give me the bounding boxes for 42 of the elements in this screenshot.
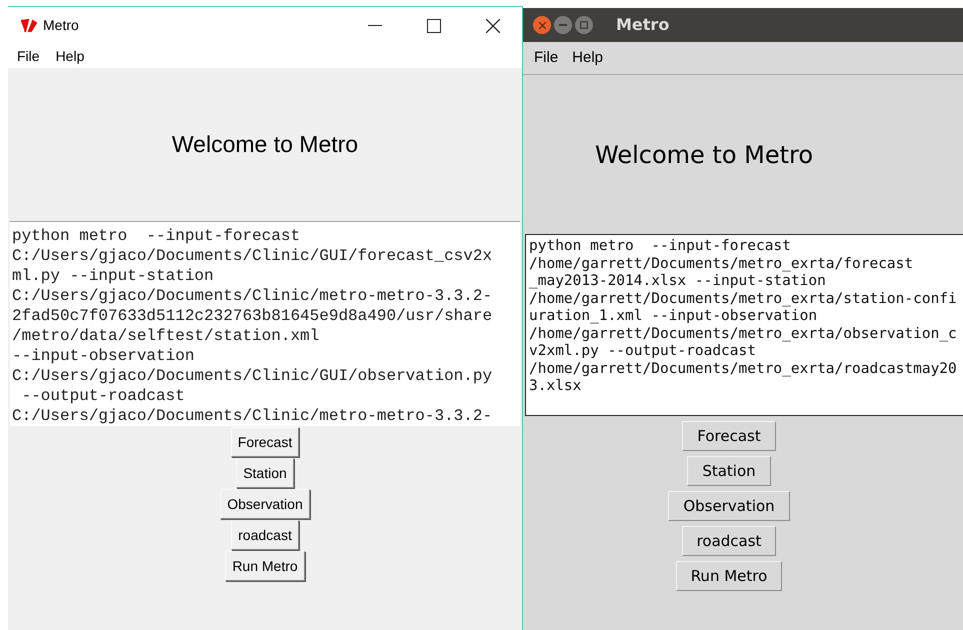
command-line-text: /home/garrett/Documents/metro_exrta/observation_c bbox=[529, 326, 957, 343]
action-button[interactable]: Run Metro bbox=[676, 561, 782, 591]
command-line-text: python metro --input-forecast bbox=[529, 238, 791, 256]
command-line-text: C:/Users/gjaco/Documents/Clinic/metro-metro-3.3.2- bbox=[12, 406, 492, 426]
window-title: Metro bbox=[616, 14, 670, 36]
action-button[interactable]: Observation bbox=[220, 489, 310, 519]
command-line-text: C:/Users/gjaco/Documents/Clinic/metro-metro-3.3.2- bbox=[12, 286, 492, 306]
command-line-text: ml.py --input-station bbox=[12, 266, 214, 286]
command-line-text: v2xml.py --output-roadcast bbox=[529, 343, 756, 360]
menu-item[interactable]: Help bbox=[572, 46, 604, 70]
action-button[interactable]: roadcast bbox=[231, 520, 299, 550]
action-button[interactable]: Observation bbox=[668, 491, 790, 521]
command-line-text: --output-roadcast bbox=[20, 386, 185, 406]
menu-item[interactable]: File bbox=[17, 46, 40, 66]
command-text-area[interactable] bbox=[10, 221, 520, 426]
command-line-text: --input-observation bbox=[12, 346, 194, 366]
action-button[interactable]: Forecast bbox=[230, 427, 300, 457]
command-line-text: /metro/data/selftest/station.xml bbox=[12, 326, 320, 346]
command-line-text: C:/Users/gjaco/Documents/Clinic/GUI/observation.py bbox=[12, 366, 492, 386]
action-button[interactable]: Station bbox=[687, 456, 771, 486]
close-icon[interactable] bbox=[486, 18, 500, 32]
maximize-icon[interactable] bbox=[427, 18, 441, 32]
command-line-text: /home/garrett/Documents/metro_exrta/roadcastmay20 bbox=[529, 360, 957, 378]
command-line-text: 3.xlsx bbox=[529, 378, 582, 396]
menu-item[interactable]: Help bbox=[56, 46, 84, 66]
welcome-heading: Welcome to Metro bbox=[172, 130, 358, 160]
action-button[interactable]: Station bbox=[236, 458, 294, 488]
command-line-text: /home/garrett/Documents/metro_exrta/forecast bbox=[529, 256, 914, 273]
menu-item[interactable]: File bbox=[534, 46, 558, 70]
command-line-text: /home/garrett/Documents/metro_exrta/station-confi bbox=[529, 290, 957, 308]
action-button[interactable]: Forecast bbox=[682, 421, 776, 451]
command-text-area[interactable] bbox=[525, 234, 963, 416]
command-line-text: C:/Users/gjaco/Documents/Clinic/GUI/forecast_csv2x bbox=[12, 246, 492, 266]
command-line-text: 2fad50c7f07633d5112c232763b81645e9d8a490/usr/share bbox=[12, 306, 492, 326]
welcome-heading: Welcome to Metro bbox=[595, 140, 814, 170]
minimize-icon[interactable] bbox=[368, 24, 382, 26]
command-line-text: uration_1.xml --input-observation bbox=[529, 308, 818, 326]
window-title: Metro bbox=[43, 16, 79, 35]
command-line-text: _may2013-2014.xlsx --input-station bbox=[529, 273, 826, 290]
action-button[interactable]: Run Metro bbox=[225, 551, 305, 581]
command-line-text: python metro --input-forecast bbox=[12, 226, 300, 246]
action-button[interactable]: roadcast bbox=[682, 526, 776, 556]
